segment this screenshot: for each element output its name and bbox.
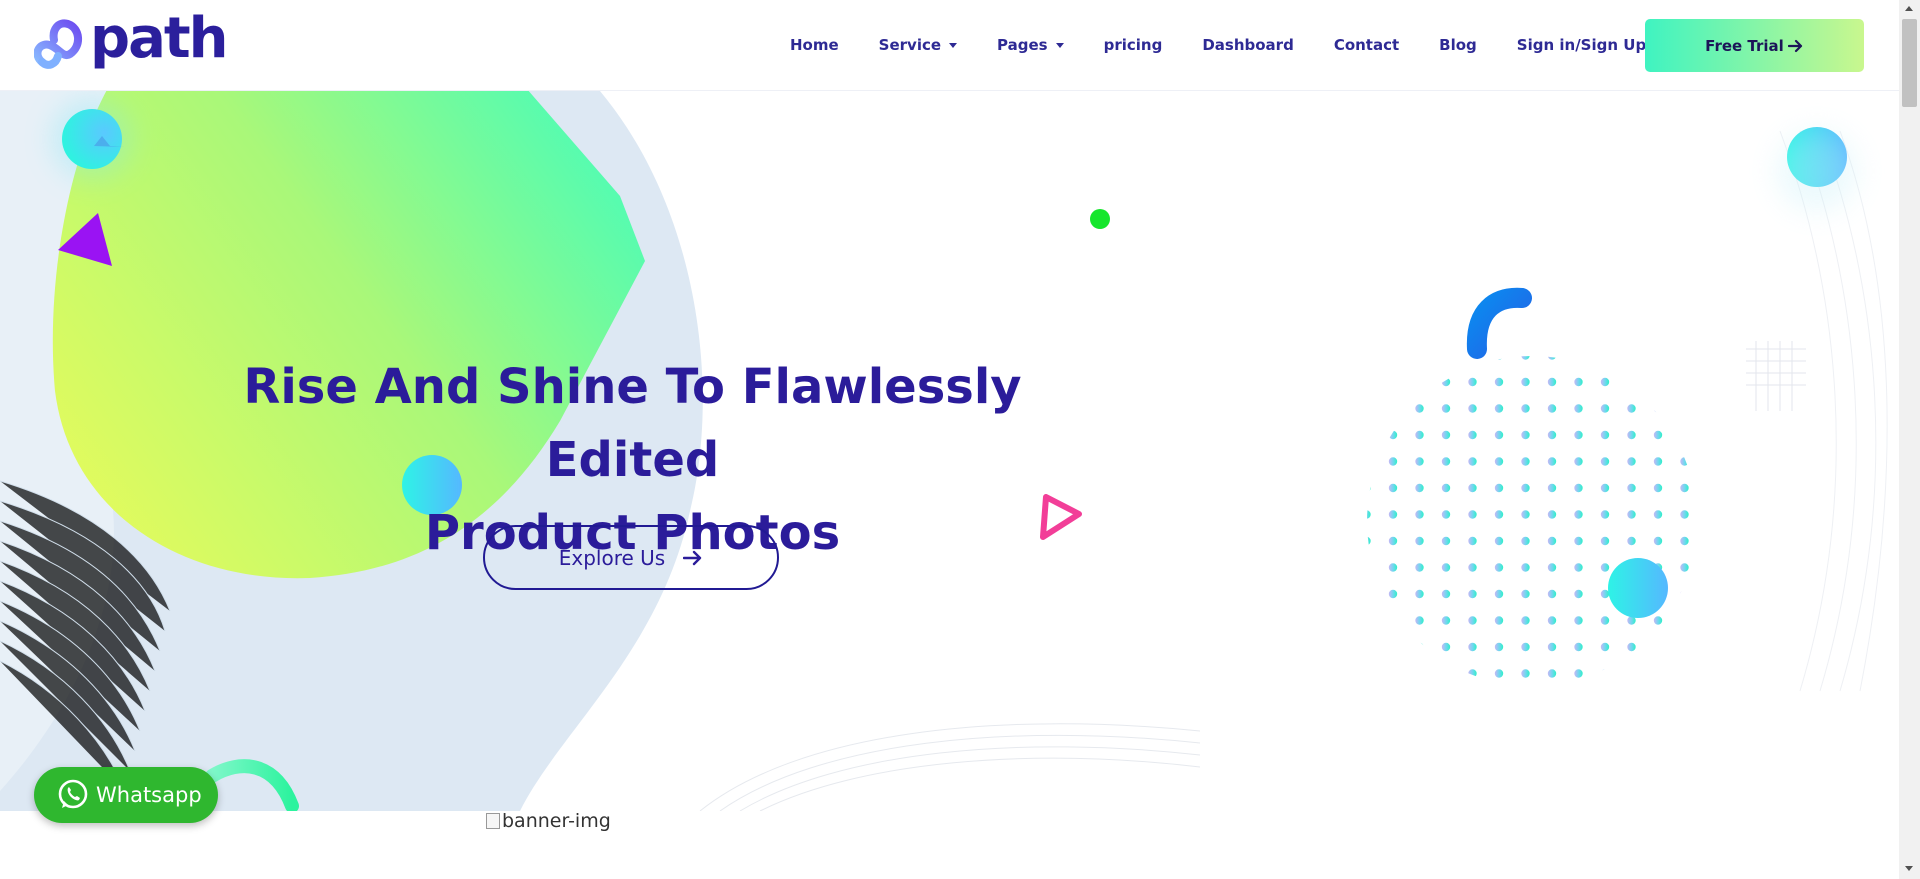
nav-blog[interactable]: Blog xyxy=(1439,36,1477,54)
scroll-thumb[interactable] xyxy=(1902,19,1917,107)
nav-pages[interactable]: Pages xyxy=(997,36,1064,54)
nav-signin-signup[interactable]: Sign in/Sign Up xyxy=(1517,36,1646,54)
nav-home-label: Home xyxy=(790,36,839,54)
whatsapp-button[interactable]: Whatsapp xyxy=(34,767,218,823)
arrow-right-icon xyxy=(1787,39,1802,52)
logo-text: path xyxy=(90,6,229,71)
nav-pages-label: Pages xyxy=(997,36,1048,54)
nav-pricing-label: pricing xyxy=(1103,36,1163,54)
chevron-down-icon xyxy=(949,42,958,48)
hero-banner: Rise And Shine To Flawlessly Edited Prod… xyxy=(0,91,1899,811)
scroll-down-icon[interactable] xyxy=(1905,866,1913,871)
nav-home[interactable]: Home xyxy=(790,36,839,54)
arrow-right-icon xyxy=(683,550,702,565)
logo-infinity-icon xyxy=(34,19,82,69)
page: path Home Service Pages pricing Dashboar… xyxy=(0,0,1899,879)
nav-service[interactable]: Service xyxy=(878,36,958,54)
scroll-up-icon[interactable] xyxy=(1905,6,1913,11)
nav-pricing[interactable]: pricing xyxy=(1104,36,1163,54)
site-header: path Home Service Pages pricing Dashboar… xyxy=(0,0,1899,91)
banner-image-alt: banner-img xyxy=(502,810,611,832)
nav-blog-label: Blog xyxy=(1439,36,1477,54)
broken-image-icon xyxy=(486,813,500,829)
explore-us-button[interactable]: Explore Us xyxy=(483,525,779,590)
chevron-down-icon xyxy=(1055,42,1064,48)
whatsapp-label: Whatsapp xyxy=(96,783,202,807)
nav-contact-label: Contact xyxy=(1333,36,1400,54)
nav-signin-label: Sign in/Sign Up xyxy=(1516,36,1647,54)
brand-logo[interactable]: path xyxy=(34,6,229,76)
nav-contact[interactable]: Contact xyxy=(1334,36,1399,54)
hero-title-line1: Rise And Shine To Flawlessly Edited xyxy=(243,359,1022,488)
nav-service-label: Service xyxy=(878,36,942,54)
free-trial-label: Free Trial xyxy=(1705,36,1784,55)
explore-us-label: Explore Us xyxy=(558,545,666,570)
nav-dashboard[interactable]: Dashboard xyxy=(1202,36,1293,54)
banner-image: banner-img xyxy=(486,810,611,832)
main-nav: Home Service Pages pricing Dashboard Con… xyxy=(790,0,1686,90)
nav-dashboard-label: Dashboard xyxy=(1202,36,1294,54)
whatsapp-icon xyxy=(58,779,88,809)
free-trial-button[interactable]: Free Trial xyxy=(1645,19,1864,72)
page-scrollbar[interactable] xyxy=(1899,0,1920,879)
